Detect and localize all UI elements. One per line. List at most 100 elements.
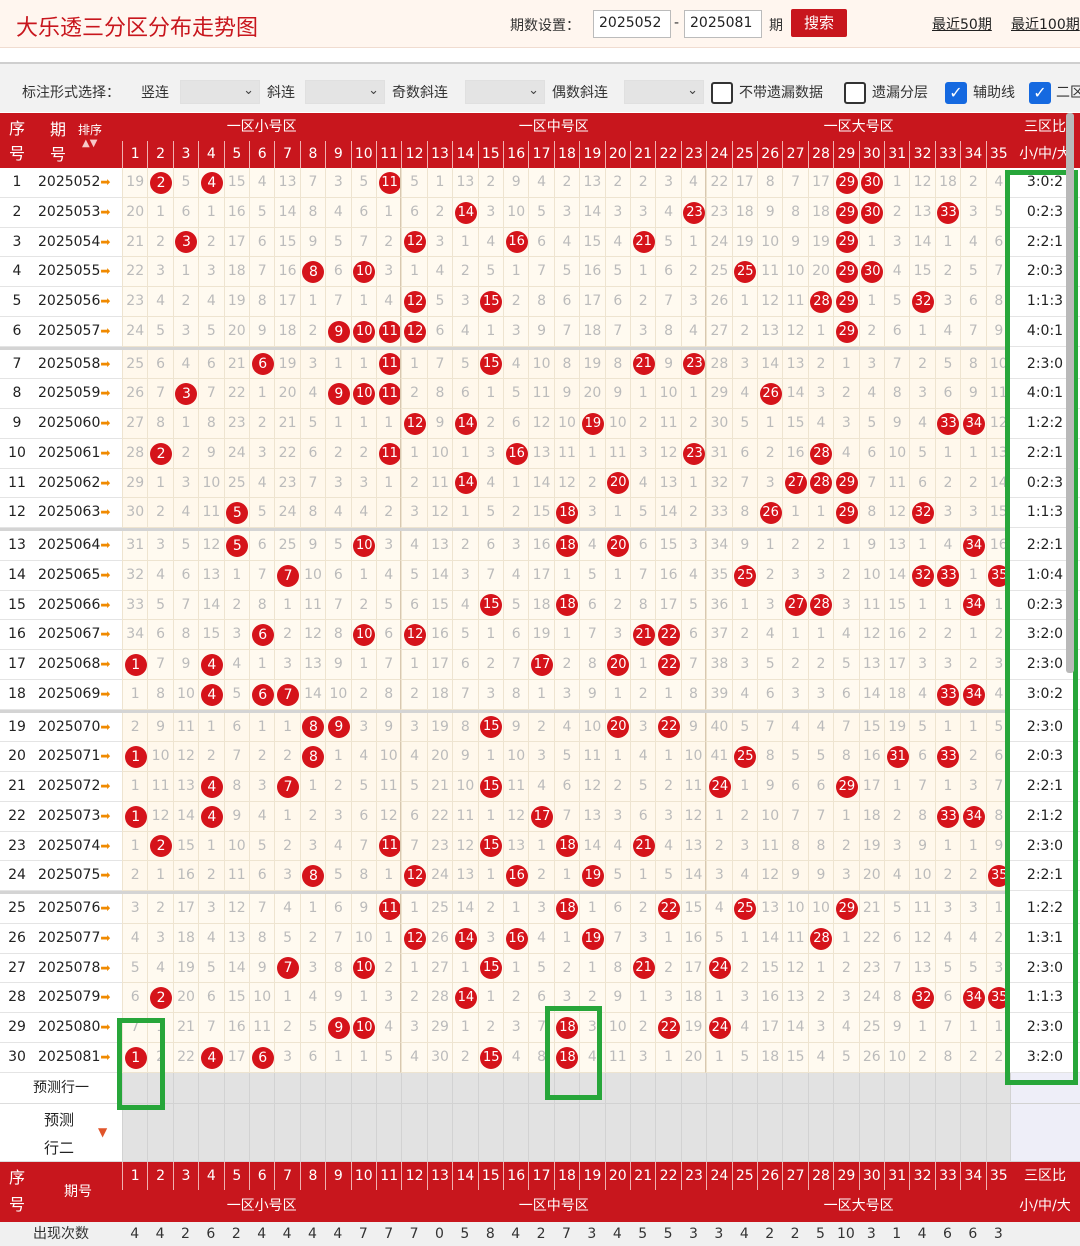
predict-cell[interactable]	[249, 1072, 275, 1104]
predict-cell[interactable]	[528, 1103, 554, 1162]
search-button[interactable]: 搜索	[791, 9, 847, 37]
scrollbar[interactable]	[1066, 113, 1074, 673]
predict-cell[interactable]	[757, 1072, 783, 1104]
predict-cell[interactable]	[604, 1072, 630, 1104]
predict-cell[interactable]	[452, 1103, 478, 1162]
hit-cell: 32	[909, 560, 935, 591]
predict-cell[interactable]	[325, 1072, 351, 1104]
arrow-icon: ➡	[100, 1020, 111, 1034]
predict-cell[interactable]	[680, 1103, 707, 1162]
hit-cell: 34	[960, 679, 986, 710]
miss-cell: 1	[172, 409, 199, 439]
predict-cell[interactable]	[503, 1072, 529, 1104]
predict-cell[interactable]	[426, 1072, 453, 1104]
period-to-input[interactable]: 2025081	[684, 10, 762, 38]
predict-cell[interactable]	[274, 1103, 300, 1162]
predict-cell[interactable]	[731, 1072, 757, 1104]
predict-cell[interactable]	[706, 1072, 732, 1104]
predict-cell[interactable]	[299, 1072, 326, 1104]
recent-100-link[interactable]: 最近100期	[1011, 14, 1080, 34]
odd-diagonal-select[interactable]: ⌄	[465, 80, 545, 104]
predict-cell[interactable]	[807, 1072, 834, 1104]
predict-cell[interactable]	[757, 1103, 783, 1162]
predict-cell[interactable]	[858, 1072, 884, 1104]
vertical-select[interactable]: ⌄	[180, 80, 260, 104]
predict-cell[interactable]	[782, 1103, 808, 1162]
predict-cell[interactable]	[299, 1103, 326, 1162]
drawn-number-ball: 10	[353, 1016, 376, 1039]
aux-line-checkbox[interactable]: ✓	[945, 82, 967, 104]
period-from-input[interactable]: 2025052	[593, 10, 671, 38]
predict-cell[interactable]	[909, 1103, 935, 1162]
predict-cell[interactable]	[223, 1072, 249, 1104]
predict-cell[interactable]	[401, 1103, 427, 1162]
sort-button[interactable]: 排序	[78, 123, 102, 137]
predict-cell[interactable]	[858, 1103, 884, 1162]
predict-cell[interactable]	[426, 1103, 453, 1162]
predict-cell[interactable]	[350, 1103, 376, 1162]
predict-cell[interactable]	[807, 1103, 834, 1162]
miss-cell: 14	[426, 560, 453, 591]
predict-cell[interactable]	[960, 1072, 986, 1104]
predict-cell[interactable]	[934, 1072, 961, 1104]
predict-cell[interactable]	[122, 1103, 148, 1162]
predict-cell[interactable]	[553, 1103, 580, 1162]
predict-cell[interactable]	[376, 1072, 402, 1104]
predict-cell[interactable]	[172, 1103, 199, 1162]
predict-cell[interactable]	[376, 1103, 402, 1162]
predict-cell[interactable]	[884, 1103, 910, 1162]
miss-cell: 2	[807, 650, 834, 680]
predict-cell[interactable]	[985, 1103, 1011, 1162]
predict-cell[interactable]	[452, 1072, 478, 1104]
miss-cell: 32	[706, 468, 732, 499]
miss-cell: 6	[147, 349, 173, 380]
predict-cell[interactable]	[884, 1072, 910, 1104]
hit-cell: 1	[122, 742, 148, 772]
predict-cell[interactable]	[198, 1072, 224, 1104]
predict-cell[interactable]	[909, 1072, 935, 1104]
hit-cell: 1	[122, 650, 148, 680]
predict-cell[interactable]	[325, 1103, 351, 1162]
predict-cell[interactable]	[249, 1103, 275, 1162]
predict-cell[interactable]	[477, 1072, 503, 1104]
predict-cell[interactable]	[833, 1072, 859, 1104]
predict-cell[interactable]	[655, 1103, 681, 1162]
predict-cell[interactable]	[630, 1072, 656, 1104]
predict-cell[interactable]	[833, 1103, 859, 1162]
miss-cell: 7	[299, 468, 326, 499]
miss-cell: 5	[731, 712, 757, 743]
miss-cell: 6	[401, 590, 427, 621]
predict-cell[interactable]	[630, 1103, 656, 1162]
predict-cell[interactable]	[680, 1072, 707, 1104]
predict-cell[interactable]	[604, 1103, 630, 1162]
predict-cell[interactable]	[401, 1072, 427, 1104]
diagonal-select[interactable]: ⌄	[305, 80, 385, 104]
period-number: 2025071	[38, 748, 101, 765]
miss-cell: 5	[807, 742, 834, 772]
no-missing-checkbox[interactable]	[711, 82, 733, 104]
predict-cell[interactable]	[782, 1072, 808, 1104]
drawn-number-ball: 12	[404, 865, 427, 888]
predict-cell[interactable]	[198, 1103, 224, 1162]
predict-cell[interactable]	[731, 1103, 757, 1162]
predict-cell[interactable]	[147, 1103, 173, 1162]
predict-cell[interactable]	[274, 1072, 300, 1104]
missing-layer-checkbox[interactable]	[844, 82, 866, 104]
predict-cell[interactable]	[223, 1103, 249, 1162]
predict-cell[interactable]	[579, 1103, 605, 1162]
even-diagonal-select[interactable]: ⌄	[624, 80, 704, 104]
miss-cell: 7	[376, 650, 402, 680]
predict-cell[interactable]	[934, 1103, 961, 1162]
miss-cell: 1	[401, 894, 427, 924]
predict-cell[interactable]	[350, 1072, 376, 1104]
recent-50-link[interactable]: 最近50期	[932, 14, 992, 34]
predict-cell[interactable]	[503, 1103, 529, 1162]
zone2-checkbox[interactable]: ✓	[1029, 82, 1051, 104]
hit-cell: 33	[934, 801, 961, 832]
predict-cell[interactable]	[477, 1103, 503, 1162]
predict-cell[interactable]	[960, 1103, 986, 1162]
predict-cell[interactable]	[706, 1103, 732, 1162]
miss-cell: 8	[249, 590, 275, 621]
predict-cell[interactable]	[172, 1072, 199, 1104]
predict-cell[interactable]	[655, 1072, 681, 1104]
